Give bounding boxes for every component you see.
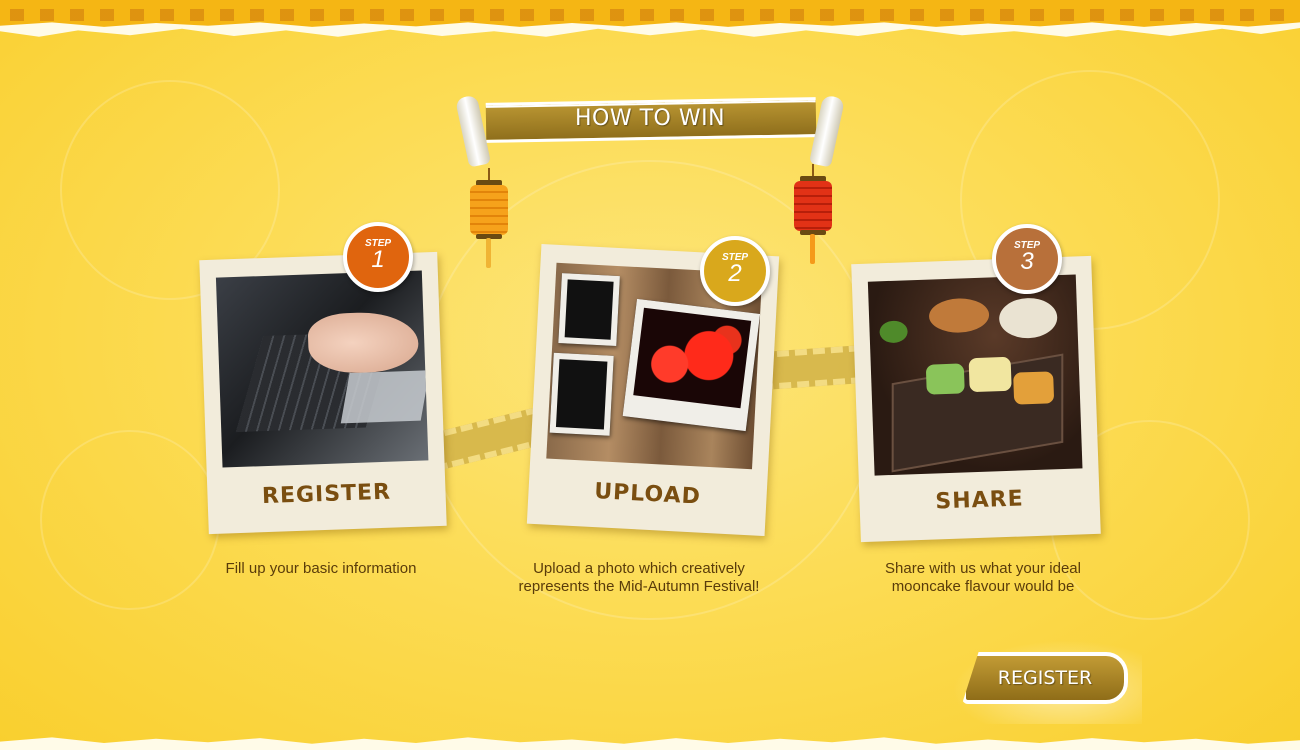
mooncake-photo	[867, 274, 1083, 476]
step-number: 3	[1020, 248, 1034, 275]
laptop-photo	[215, 270, 429, 468]
dashed-border	[10, 9, 1300, 21]
paisley-decoration	[40, 430, 220, 610]
step-1-title: REGISTER	[261, 479, 392, 510]
step-3-description: Share with us what your ideal mooncake f…	[885, 560, 1081, 595]
step-number: 2	[728, 260, 742, 287]
trackpad-image	[340, 370, 429, 424]
step-2-description: Upload a photo which creatively represen…	[518, 560, 760, 595]
step-2-badge: STEP 2	[700, 236, 770, 306]
banner-title: HOW TO WIN	[574, 106, 726, 131]
step-3-badge: STEP 3	[992, 224, 1062, 294]
step-1-badge: STEP 1	[343, 222, 413, 292]
torn-paper-bottom	[0, 737, 1300, 750]
lantern-polaroid	[622, 298, 761, 432]
lime-image	[879, 320, 908, 344]
step-3-card[interactable]: SHARE	[851, 255, 1101, 543]
step-1-card[interactable]: REGISTER	[199, 251, 447, 535]
register-button[interactable]: REGISTER	[962, 652, 1128, 704]
step-3-title: SHARE	[934, 486, 1025, 515]
step-1-description: Fill up your basic information	[225, 560, 417, 577]
how-to-win-page: HOW TO WIN REGISTER STEP 1 Fill up your …	[0, 0, 1300, 750]
mooncake-image	[925, 363, 965, 395]
step-number: 1	[371, 246, 385, 273]
step-2-title: UPLOAD	[593, 479, 702, 510]
hand-image	[307, 310, 420, 375]
how-to-win-banner: HOW TO WIN	[454, 94, 846, 168]
mooncake-image	[1013, 371, 1055, 405]
mooncake-image	[998, 297, 1058, 340]
mooncake-image	[968, 356, 1012, 393]
mooncake-image	[928, 297, 990, 334]
polaroid-thumbnail	[549, 352, 614, 436]
polaroid-thumbnail	[558, 273, 620, 347]
